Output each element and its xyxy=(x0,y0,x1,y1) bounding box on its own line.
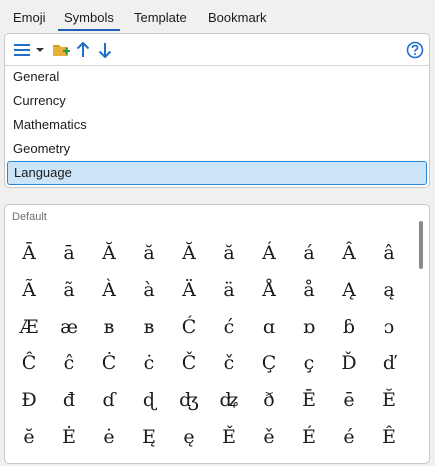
symbol-cell[interactable]: ɒ xyxy=(289,308,329,345)
tab-emoji[interactable]: Emoji xyxy=(13,8,46,28)
symbol-cell[interactable]: ě xyxy=(249,418,289,455)
symbol-cell[interactable]: À xyxy=(89,272,129,309)
category-geometry[interactable]: Geometry xyxy=(5,137,429,161)
symbol-cell[interactable]: ð xyxy=(249,382,289,419)
symbol-cell[interactable]: ć xyxy=(209,308,249,345)
dropdown-arrow-icon[interactable] xyxy=(35,40,45,60)
symbol-cell[interactable]: Ê xyxy=(369,418,409,455)
symbol-cell[interactable]: ĕ xyxy=(9,418,49,455)
help-icon[interactable] xyxy=(405,40,425,60)
symbol-cell[interactable]: à xyxy=(129,272,169,309)
category-list: General Currency Mathematics Geometry La… xyxy=(5,65,429,185)
symbol-cell[interactable]: ċ xyxy=(129,345,169,382)
symbol-cell[interactable]: č xyxy=(209,345,249,382)
symbol-cell[interactable]: Ā xyxy=(9,235,49,272)
symbol-cell[interactable]: Ė xyxy=(49,418,89,455)
symbol-cell[interactable]: ã xyxy=(49,272,89,309)
symbol-cell[interactable]: Ć xyxy=(169,308,209,345)
symbol-cell[interactable]: Ĕ xyxy=(369,382,409,419)
symbol-cell[interactable]: Ē xyxy=(289,382,329,419)
symbol-cell[interactable]: ă xyxy=(209,235,249,272)
symbol-cell[interactable]: Ĉ xyxy=(9,345,49,382)
symbol-cell[interactable]: Æ xyxy=(9,308,49,345)
tab-bar: Emoji Symbols Template Bookmark xyxy=(0,0,435,32)
symbol-cell[interactable]: ä xyxy=(209,272,249,309)
category-language[interactable]: Language xyxy=(7,161,427,185)
toolbar xyxy=(5,34,429,66)
symbol-cell[interactable]: đ xyxy=(49,382,89,419)
symbol-cell[interactable]: Č xyxy=(169,345,209,382)
tab-bookmark[interactable]: Bookmark xyxy=(208,8,267,28)
symbol-cell[interactable]: в xyxy=(129,308,169,345)
tab-symbols[interactable]: Symbols xyxy=(58,8,120,31)
symbol-cell[interactable]: ė xyxy=(89,418,129,455)
arrow-down-icon[interactable] xyxy=(97,40,113,60)
symbol-cell[interactable]: Ã xyxy=(9,272,49,309)
symbol-cell[interactable]: Ă xyxy=(169,235,209,272)
symbol-cell[interactable]: ɓ xyxy=(329,308,369,345)
grid-section-label: Default xyxy=(12,211,47,223)
symbol-cell[interactable]: Đ xyxy=(9,382,49,419)
symbol-cell[interactable]: ă xyxy=(129,235,169,272)
category-general[interactable]: General xyxy=(5,65,429,89)
symbol-cell[interactable]: Á xyxy=(249,235,289,272)
symbol-cell[interactable]: Ě xyxy=(209,418,249,455)
symbol-cell[interactable]: ɔ xyxy=(369,308,409,345)
symbol-panel: Default ĀāĂăĂăÁáÂâÃãÀàÄäÅåĄąÆæʙвĆćɑɒɓɔĈĉ… xyxy=(4,204,430,464)
symbol-cell[interactable]: å xyxy=(289,272,329,309)
list-icon[interactable] xyxy=(13,40,31,60)
category-mathematics[interactable]: Mathematics xyxy=(5,113,429,137)
scrollbar-thumb[interactable] xyxy=(419,221,423,269)
symbol-cell[interactable]: Ċ xyxy=(89,345,129,382)
symbol-cell[interactable]: é xyxy=(329,418,369,455)
symbol-cell[interactable]: ą xyxy=(369,272,409,309)
symbol-cell[interactable]: ď xyxy=(369,345,409,382)
symbol-cell[interactable]: Ç xyxy=(249,345,289,382)
symbol-cell[interactable]: Å xyxy=(249,272,289,309)
symbol-cell[interactable]: á xyxy=(289,235,329,272)
symbol-cell[interactable]: ç xyxy=(289,345,329,382)
symbol-cell[interactable]: â xyxy=(369,235,409,272)
symbol-cell[interactable]: ĉ xyxy=(49,345,89,382)
category-panel: General Currency Mathematics Geometry La… xyxy=(4,33,430,188)
symbol-cell[interactable]: ʤ xyxy=(169,382,209,419)
symbol-cell[interactable]: ę xyxy=(169,418,209,455)
symbol-cell[interactable]: Ă xyxy=(89,235,129,272)
symbol-cell[interactable]: ē xyxy=(329,382,369,419)
arrow-up-icon[interactable] xyxy=(75,40,91,60)
symbol-cell[interactable]: ɑ xyxy=(249,308,289,345)
symbol-cell[interactable]: É xyxy=(289,418,329,455)
symbol-grid: ĀāĂăĂăÁáÂâÃãÀàÄäÅåĄąÆæʙвĆćɑɒɓɔĈĉĊċČčÇçĎď… xyxy=(9,235,410,455)
symbol-cell[interactable]: Â xyxy=(329,235,369,272)
symbol-cell[interactable]: æ xyxy=(49,308,89,345)
symbol-cell[interactable]: ʙ xyxy=(89,308,129,345)
tab-template[interactable]: Template xyxy=(134,8,187,28)
symbol-cell[interactable]: Ą xyxy=(329,272,369,309)
category-currency[interactable]: Currency xyxy=(5,89,429,113)
symbol-cell[interactable]: ɖ xyxy=(129,382,169,419)
symbol-cell[interactable]: ʥ xyxy=(209,382,249,419)
symbol-cell[interactable]: Ä xyxy=(169,272,209,309)
add-folder-icon[interactable] xyxy=(51,40,71,60)
symbol-cell[interactable]: Ę xyxy=(129,418,169,455)
symbol-cell[interactable]: ā xyxy=(49,235,89,272)
symbol-cell[interactable]: ɗ xyxy=(89,382,129,419)
symbol-cell[interactable]: Ď xyxy=(329,345,369,382)
